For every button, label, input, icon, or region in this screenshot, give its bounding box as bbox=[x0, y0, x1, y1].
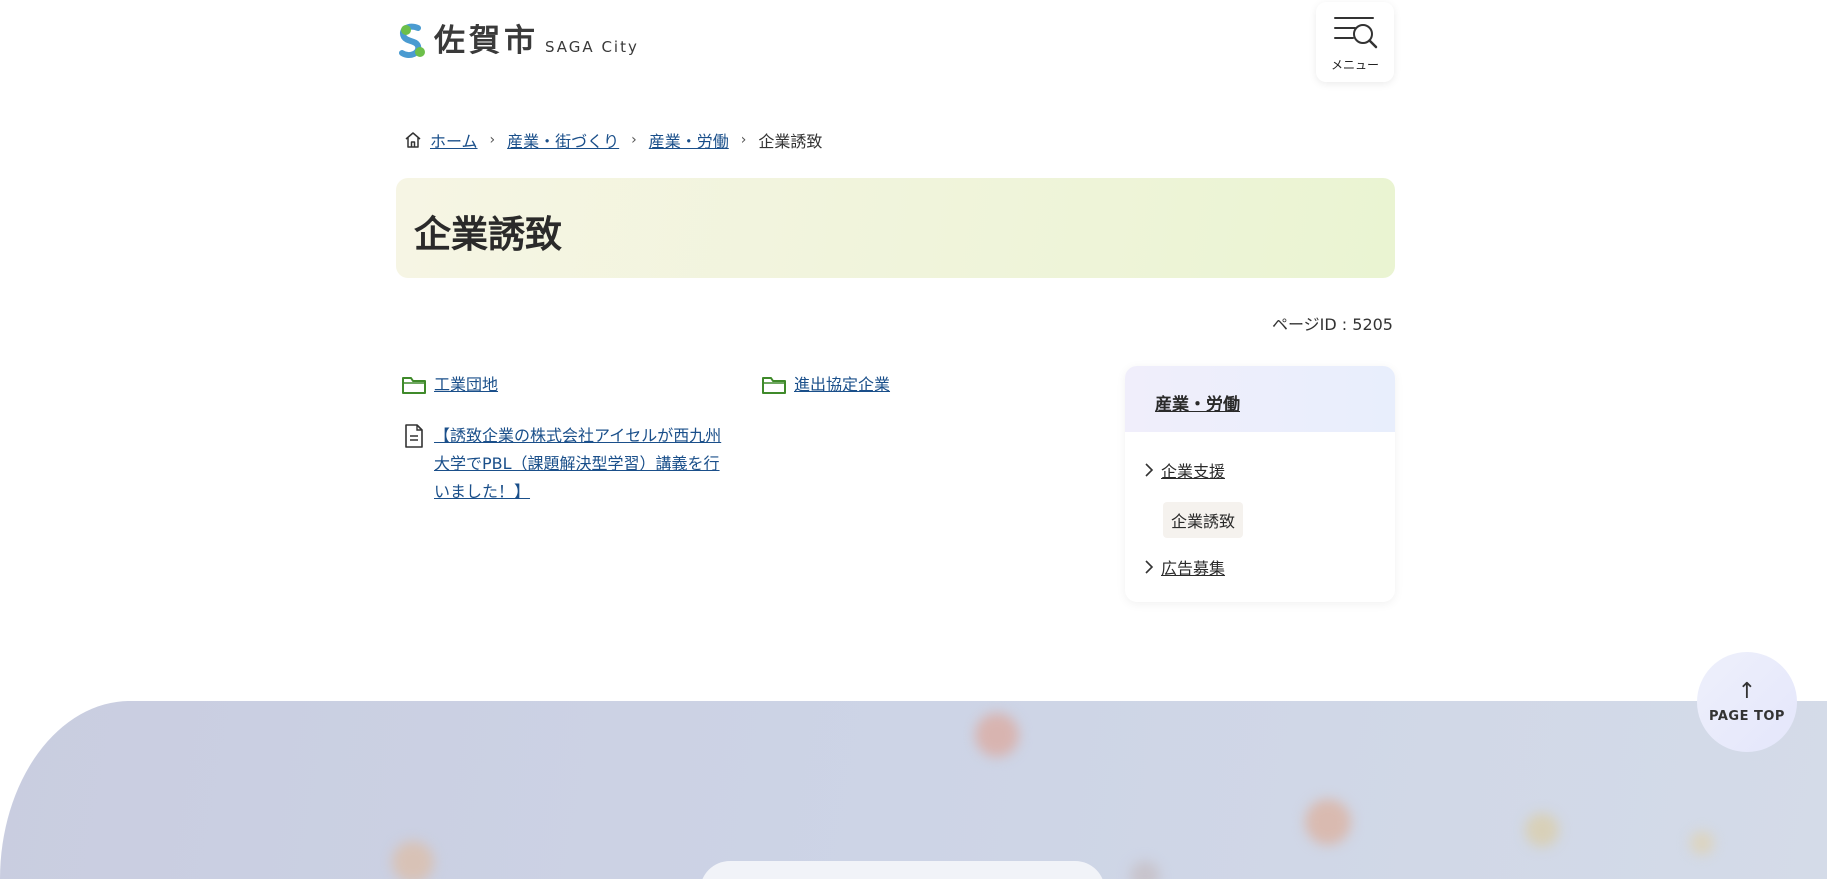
decorative-blob bbox=[1130, 861, 1160, 879]
folder-icon bbox=[400, 371, 428, 399]
page-title-band: 企業誘致 bbox=[396, 178, 1395, 278]
decorative-blob bbox=[1690, 831, 1714, 855]
breadcrumb-home-link[interactable]: ホーム bbox=[430, 128, 478, 152]
decorative-blob bbox=[392, 841, 434, 879]
site-header: 佐賀市 SAGA City メニュー bbox=[0, 0, 1827, 100]
breadcrumb-industry-labor-link[interactable]: 産業・労働 bbox=[649, 128, 729, 152]
logo-subtext: SAGA City bbox=[545, 38, 639, 56]
chevron-right-icon bbox=[1143, 559, 1155, 575]
site-logo[interactable]: 佐賀市 SAGA City bbox=[396, 22, 639, 60]
footer-card bbox=[700, 861, 1105, 879]
chevron-right-icon: › bbox=[740, 132, 747, 148]
breadcrumb: ホーム › 産業・街づくり › 産業・労働 › 企業誘致 bbox=[404, 128, 822, 152]
page-top-label: PAGE TOP bbox=[1709, 708, 1785, 724]
folder-item: 進出協定企業 bbox=[760, 371, 890, 399]
arrow-up-icon: ↑ bbox=[1737, 678, 1757, 704]
side-nav-item: 広告募集 bbox=[1143, 555, 1225, 579]
page-title: 企業誘致 bbox=[414, 213, 562, 256]
breadcrumb-industry-town-link[interactable]: 産業・街づくり bbox=[507, 128, 619, 152]
side-nav-ad-recruitment-link[interactable]: 広告募集 bbox=[1161, 555, 1225, 579]
page-id: ページID : 5205 bbox=[1271, 315, 1393, 334]
side-nav-heading: 産業・労働 bbox=[1125, 366, 1395, 432]
decorative-blob bbox=[1305, 799, 1351, 845]
aicell-pbl-article-link[interactable]: 【誘致企業の株式会社アイセルが西九州大学でPBL（課題解決型学習）講義を行いまし… bbox=[434, 422, 730, 506]
decorative-blob bbox=[1525, 813, 1559, 847]
breadcrumb-current: 企業誘致 bbox=[758, 132, 823, 151]
logo-text: 佐賀市 bbox=[434, 23, 539, 59]
menu-label: メニュー bbox=[1330, 58, 1379, 72]
chevron-right-icon: › bbox=[631, 132, 637, 148]
page-top-button[interactable]: ↑ PAGE TOP bbox=[1697, 652, 1797, 752]
side-nav-item: 企業支援 bbox=[1143, 458, 1225, 482]
chevron-right-icon: › bbox=[489, 132, 496, 148]
side-nav-current-item: 企業誘致 bbox=[1163, 502, 1244, 538]
footer-background bbox=[0, 701, 1827, 879]
menu-search-icon bbox=[1334, 17, 1378, 49]
home-icon bbox=[404, 131, 422, 149]
agreement-companies-link[interactable]: 進出協定企業 bbox=[794, 371, 890, 399]
folder-icon bbox=[760, 371, 788, 399]
document-icon bbox=[400, 422, 428, 450]
folder-item: 工業団地 bbox=[400, 371, 498, 399]
industrial-park-link[interactable]: 工業団地 bbox=[434, 371, 498, 399]
menu-button[interactable]: メニュー bbox=[1316, 2, 1394, 82]
chevron-right-icon bbox=[1143, 462, 1155, 478]
document-item: 【誘致企業の株式会社アイセルが西九州大学でPBL（課題解決型学習）講義を行いまし… bbox=[400, 422, 730, 506]
side-navigation: 産業・労働 企業支援 企業誘致 広告募集 bbox=[1125, 366, 1395, 602]
side-nav-heading-link[interactable]: 産業・労働 bbox=[1155, 395, 1240, 415]
side-nav-business-support-link[interactable]: 企業支援 bbox=[1161, 458, 1225, 482]
saga-city-logo-icon bbox=[396, 22, 428, 60]
decorative-blob bbox=[975, 713, 1019, 757]
